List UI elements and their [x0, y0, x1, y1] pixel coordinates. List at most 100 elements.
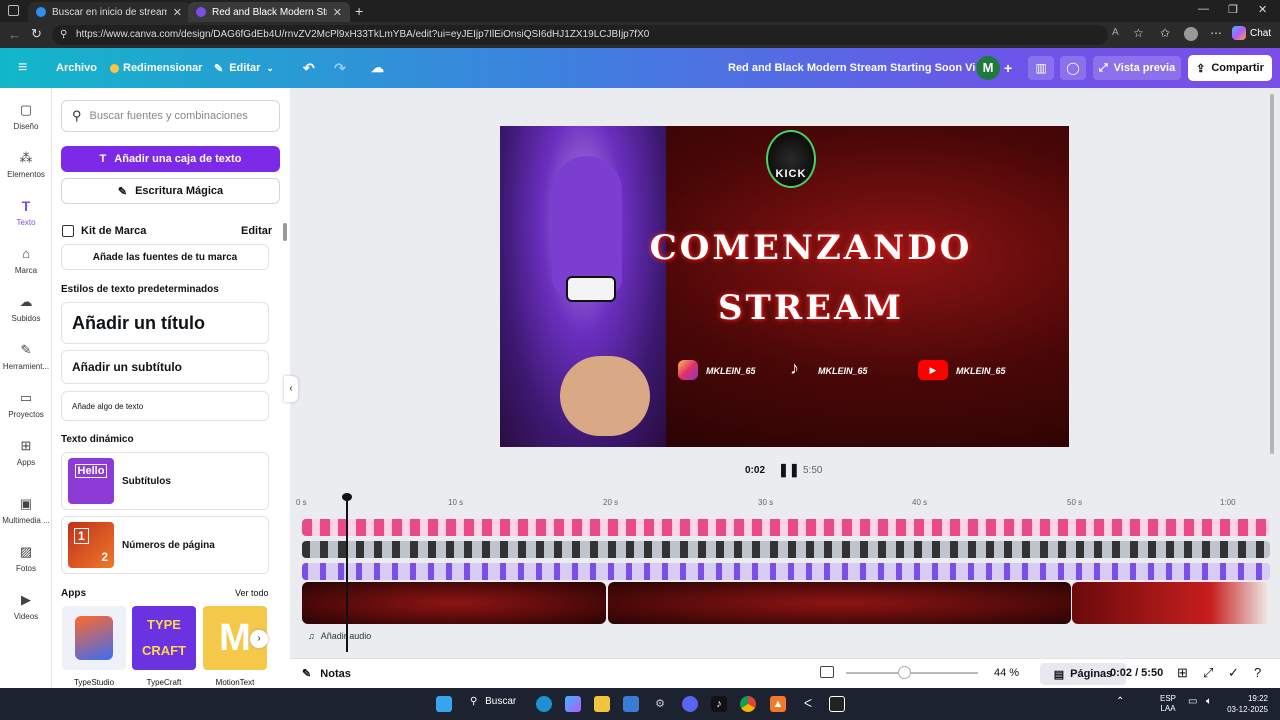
kick-logo[interactable]: KICK: [766, 130, 816, 188]
store-icon[interactable]: [623, 696, 639, 712]
favorite-icon[interactable]: ☆: [1133, 26, 1144, 40]
streamer-photo[interactable]: [500, 126, 666, 447]
insights-icon[interactable]: ▥: [1028, 56, 1054, 80]
file-explorer-icon[interactable]: [594, 696, 610, 712]
grid-view-icon[interactable]: ⊞: [1177, 665, 1188, 681]
maximize-icon[interactable]: ❐: [1228, 3, 1238, 16]
resize-button[interactable]: Redimensionar: [110, 48, 202, 88]
design-title[interactable]: Red and Black Modern Stream Starting Soo…: [728, 48, 995, 88]
chrome-icon[interactable]: [740, 696, 756, 712]
taskbar-search[interactable]: ⚲ Buscar: [470, 696, 516, 707]
workspace-scrollbar[interactable]: [1270, 94, 1274, 454]
scrollbar-thumb[interactable]: [283, 223, 287, 241]
volume-icon[interactable]: 🔈︎: [1206, 696, 1212, 707]
app-typestudio[interactable]: [62, 606, 126, 670]
pause-button[interactable]: ❚❚: [778, 462, 800, 478]
apps-scroll-right-icon[interactable]: ›: [250, 630, 268, 648]
new-tab-button[interactable]: +: [355, 3, 363, 19]
zoom-slider-track[interactable]: [846, 672, 978, 674]
timeline-track-kick-logo[interactable]: [302, 541, 1270, 558]
more-icon[interactable]: ⋯: [1210, 26, 1222, 40]
rail-item-herramientas[interactable]: ✎ Herramient...: [0, 342, 52, 371]
headline-line-1[interactable]: COMENZANDO: [636, 228, 986, 268]
close-window-icon[interactable]: ✕: [1258, 3, 1267, 16]
app-typecraft[interactable]: TYPE CRAFT: [132, 606, 196, 670]
network-icon[interactable]: ▭: [1188, 696, 1197, 707]
lang-indicator[interactable]: ESP LAA: [1160, 694, 1176, 714]
timeline-track-instagram[interactable]: [302, 519, 1270, 536]
tray-chevron-icon[interactable]: ⌃: [1116, 696, 1124, 707]
main-menu-icon[interactable]: ≡: [18, 48, 27, 88]
add-collaborator-icon[interactable]: +: [1004, 48, 1012, 88]
browser-tab-active[interactable]: Red and Black Modern Stream St ✕: [188, 2, 350, 22]
clock[interactable]: 19:22 03-12-2025: [1222, 693, 1268, 715]
app-icon[interactable]: ▲: [770, 696, 786, 712]
share-button[interactable]: ⇪ Compartir: [1188, 55, 1272, 81]
cloud-saved-icon[interactable]: ☁: [371, 48, 384, 88]
rail-item-texto[interactable]: T Texto: [0, 198, 52, 227]
favorites-icon[interactable]: ✩: [1160, 26, 1170, 40]
close-tab-icon[interactable]: ✕: [173, 6, 182, 19]
page-view-icon[interactable]: [820, 666, 834, 678]
search-input[interactable]: ⚲ Buscar fuentes y combinaciones: [61, 100, 280, 132]
rail-item-multimedia[interactable]: ▣ Multimedia ...: [0, 496, 52, 525]
rail-item-diseno[interactable]: ▢ Diseño: [0, 102, 52, 131]
rail-item-subidos[interactable]: ☁ Subidos: [0, 294, 52, 323]
subtitles-card[interactable]: Hello Subtítulos: [61, 452, 269, 510]
magic-writing-button[interactable]: ✎ Escritura Mágica: [61, 178, 280, 204]
rail-item-fotos[interactable]: ▨ Fotos: [0, 544, 52, 573]
undo-icon[interactable]: ↶: [303, 48, 315, 88]
capcut-icon[interactable]: ᐸ: [800, 696, 816, 712]
fullscreen-icon[interactable]: ⤢: [1203, 665, 1213, 681]
comments-icon[interactable]: ◯: [1060, 56, 1086, 80]
add-text-box-button[interactable]: T Añadir una caja de texto: [61, 146, 280, 172]
playhead-handle[interactable]: [342, 493, 352, 501]
collapse-panel-button[interactable]: ‹: [284, 376, 298, 402]
windows-start-icon[interactable]: [436, 696, 452, 712]
add-body-text-button[interactable]: Añade algo de texto: [61, 391, 269, 421]
app-icon[interactable]: [829, 696, 845, 712]
timeline-clip[interactable]: [1072, 582, 1270, 624]
close-tab-icon[interactable]: ✕: [333, 6, 342, 19]
avatar[interactable]: M: [976, 56, 1000, 80]
discord-icon[interactable]: [682, 696, 698, 712]
headline-line-2[interactable]: STREAM: [636, 288, 986, 328]
tiktok-app-icon[interactable]: ♪: [711, 696, 727, 712]
rail-item-marca[interactable]: ⌂ Marca: [0, 246, 52, 275]
copilot-icon[interactable]: [565, 696, 581, 712]
social-handle-youtube[interactable]: MKLEIN_65: [956, 366, 1006, 376]
see-all-link[interactable]: Ver todo: [235, 588, 269, 598]
read-aloud-icon[interactable]: A: [1112, 27, 1119, 38]
rail-item-apps[interactable]: ⊞ Apps: [0, 438, 52, 467]
refresh-icon[interactable]: ↻: [31, 26, 42, 42]
add-title-button[interactable]: Añadir un título: [61, 302, 269, 344]
edge-icon[interactable]: [536, 696, 552, 712]
playhead[interactable]: [346, 494, 348, 652]
rail-item-elementos[interactable]: ⁂ Elementos: [0, 150, 52, 179]
url-field[interactable]: ⚲ https://www.canva.com/design/DAG6fGdEb…: [52, 25, 1108, 45]
profile-icon[interactable]: [1184, 27, 1198, 41]
design-canvas[interactable]: KICK COMENZANDO STREAM MKLEIN_65 ♪ MKLEI…: [500, 126, 1069, 447]
timeline-track-streamer[interactable]: [302, 563, 1270, 580]
add-audio-button[interactable]: ♫ Añadir audio: [308, 631, 371, 641]
back-icon[interactable]: ←: [8, 27, 21, 42]
page-numbers-card[interactable]: 1 2 Números de página: [61, 516, 269, 574]
rail-item-videos[interactable]: ▶ Videos: [0, 592, 52, 621]
social-handle-tiktok[interactable]: MKLEIN_65: [818, 366, 868, 376]
redo-icon[interactable]: ↷: [334, 48, 346, 88]
add-brand-fonts-button[interactable]: Añade las fuentes de tu marca: [61, 244, 269, 270]
edit-menu[interactable]: ✎ Editar ⌄: [214, 48, 274, 88]
zoom-percent[interactable]: 44 %: [994, 667, 1019, 679]
browser-tab[interactable]: Buscar en inicio de stream anima ✕: [28, 2, 190, 22]
brand-kit-edit-link[interactable]: Editar: [241, 225, 272, 237]
timeline-clip[interactable]: [608, 582, 1071, 624]
site-info-icon[interactable]: ⚲: [60, 25, 67, 45]
check-icon[interactable]: ✓: [1228, 665, 1239, 681]
zoom-slider-handle[interactable]: [898, 666, 912, 679]
browser-menu-icon[interactable]: [8, 5, 19, 16]
add-subtitle-button[interactable]: Añadir un subtítulo: [61, 350, 269, 384]
copilot-chat-button[interactable]: Chat: [1232, 26, 1271, 40]
minimize-icon[interactable]: —: [1198, 3, 1209, 15]
help-icon[interactable]: ?: [1254, 665, 1261, 680]
settings-icon[interactable]: ⚙: [652, 696, 668, 712]
